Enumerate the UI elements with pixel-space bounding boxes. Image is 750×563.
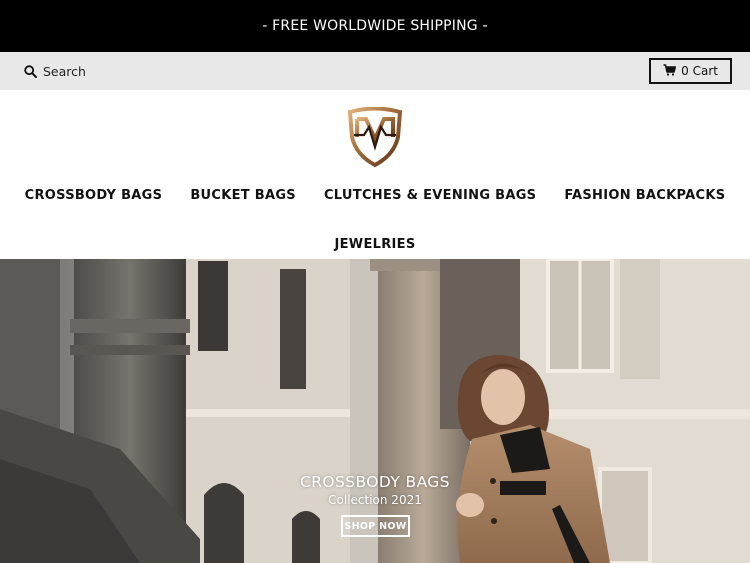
cart-button[interactable]: 0 Cart xyxy=(649,58,732,84)
search-link[interactable]: Search xyxy=(24,64,86,79)
site-header: CROSSBODY BAGS BUCKET BAGS CLUTCHES & EV… xyxy=(0,90,750,259)
utility-bar: Search 0 Cart xyxy=(0,52,750,90)
nav-item-fashion-backpacks[interactable]: FASHION BACKPACKS xyxy=(550,185,739,206)
nav-item-clutches-evening-bags[interactable]: CLUTCHES & EVENING BAGS xyxy=(310,185,550,206)
shop-now-button[interactable]: SHOP NOW xyxy=(341,515,410,537)
hero-banner[interactable]: CROSSBODY BAGS Collection 2021 SHOP NOW xyxy=(0,259,750,563)
hero-subtitle: Collection 2021 xyxy=(328,493,422,507)
nav-item-crossbody-bags[interactable]: CROSSBODY BAGS xyxy=(11,185,177,206)
search-label: Search xyxy=(43,63,86,79)
main-nav: CROSSBODY BAGS BUCKET BAGS CLUTCHES & EV… xyxy=(0,185,750,255)
brand-shield-logo-icon xyxy=(347,106,403,168)
announcement-bar: - FREE WORLDWIDE SHIPPING - xyxy=(0,0,750,52)
search-icon xyxy=(24,64,37,78)
nav-item-bucket-bags[interactable]: BUCKET BAGS xyxy=(176,185,310,206)
hero-title: CROSSBODY BAGS xyxy=(300,473,450,491)
cart-icon xyxy=(663,63,677,79)
cart-label: 0 Cart xyxy=(681,64,718,78)
nav-item-jewelries[interactable]: JEWELRIES xyxy=(320,234,429,255)
brand-logo[interactable] xyxy=(346,106,404,168)
announcement-text: - FREE WORLDWIDE SHIPPING - xyxy=(262,18,488,34)
